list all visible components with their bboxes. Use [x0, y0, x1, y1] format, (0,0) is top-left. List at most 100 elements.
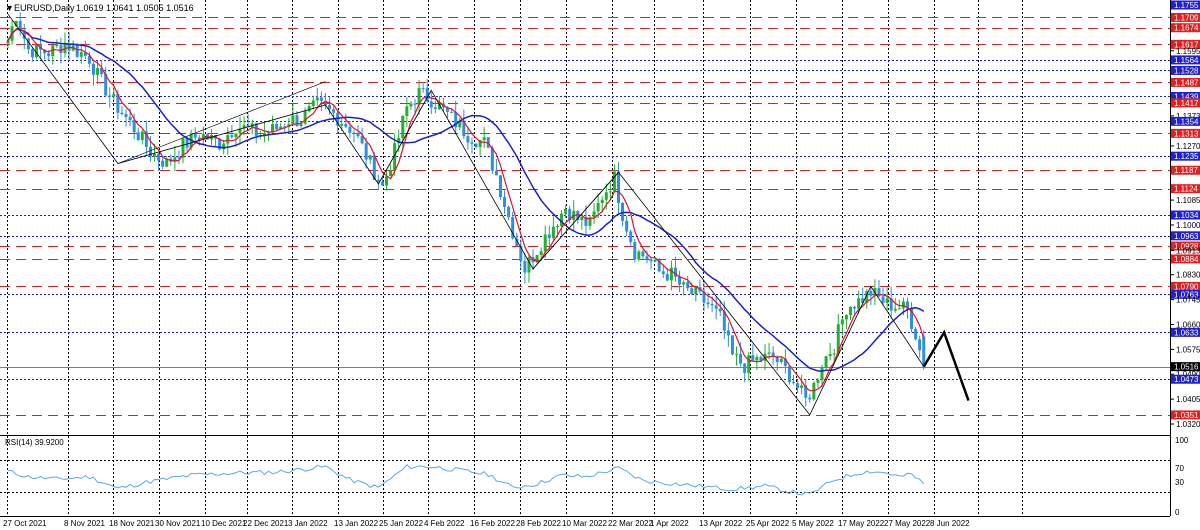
candle-body [755, 356, 759, 361]
candle-body [714, 305, 718, 309]
price-tick-1-1528: 1.1528 [1171, 65, 1200, 75]
candle-body [490, 147, 494, 171]
candle-body [132, 120, 136, 133]
time-tick-label: 10 Mar 2022 [562, 519, 607, 528]
candle-body [405, 106, 409, 116]
time-tick-label: 5 May 2022 [792, 519, 834, 528]
price-axis[interactable]: 1.17551.17091.16741.16171.15951.15641.15… [1170, 0, 1200, 430]
candle-body [897, 308, 901, 310]
price-tick-text: 1.1085 [1176, 196, 1200, 205]
candle-body [551, 226, 555, 239]
time-tick-label: 25 Apr 2022 [746, 519, 790, 528]
candle-body [55, 45, 59, 47]
candle-body [409, 103, 413, 107]
candle-body [226, 135, 230, 144]
candle-body [869, 291, 873, 296]
rsi-label: RSI(14) 39.9200 [5, 438, 64, 447]
price-label-text: 1.0473 [1174, 375, 1199, 384]
candle-body [881, 296, 885, 303]
price-label-text: 1.1417 [1174, 99, 1199, 108]
candle-body [669, 267, 673, 281]
candle-body [792, 382, 796, 384]
price-tick-1-1417: 1.1417 [1171, 98, 1200, 108]
candle [633, 239, 637, 263]
symbol-menu-arrow[interactable]: ▼ [5, 3, 14, 13]
candle-body [401, 115, 405, 138]
candle-body [128, 116, 132, 121]
candle-body [299, 123, 303, 127]
candle-body [555, 225, 559, 227]
candle-body [678, 276, 682, 285]
candle-body [153, 153, 157, 157]
candle-body [767, 352, 771, 354]
candle-body [608, 191, 612, 193]
price-label-text: 1.1235 [1174, 152, 1199, 161]
price-tick-1-1235: 1.1235 [1171, 151, 1200, 161]
price-tick-1-1755: 1.1755 [1171, 0, 1200, 10]
candle-body [230, 135, 234, 138]
candle-body [503, 196, 507, 207]
candle-body [348, 126, 352, 133]
candle-body [840, 319, 844, 325]
candle-body [193, 133, 197, 138]
price-tick-1-0963: 1.0963 [1171, 231, 1200, 241]
candle-body [75, 45, 79, 57]
candle-body [580, 216, 584, 220]
candle-body [848, 306, 852, 316]
candle [498, 175, 502, 200]
candle-body [380, 181, 384, 186]
candle-body [637, 251, 641, 260]
candle-body [661, 271, 665, 275]
price-tick-text: 1.0745 [1176, 296, 1200, 305]
chart-background [0, 0, 1200, 530]
price-tick-text: 1.0320 [1176, 420, 1200, 429]
candle-body [710, 304, 714, 306]
price-tick-1-1709: 1.1709 [1171, 12, 1200, 22]
time-tick-label: 18 Nov 2021 [109, 519, 155, 528]
candle-body [421, 88, 425, 90]
candle-body [523, 260, 527, 273]
candle-body [747, 355, 751, 373]
candle-body [368, 155, 372, 160]
candle-body [148, 146, 152, 157]
candle-body [649, 259, 653, 262]
candle-body [507, 206, 511, 218]
candle-body [914, 328, 918, 340]
candle-body [633, 242, 637, 260]
candle-body [800, 385, 804, 388]
price-tick-1-1187: 1.1187 [1171, 165, 1200, 175]
ohlc-readout: 1.0619 1.0641 1.0505 1.0516 [76, 3, 194, 13]
candle [730, 335, 734, 356]
price-tick-1-0473: 1.0473 [1171, 374, 1200, 384]
rsi-tick-0: 0 [1175, 508, 1180, 517]
candle-body [682, 282, 686, 285]
price-tick-1-0884: 1.0884 [1171, 254, 1200, 264]
candle-body [853, 306, 857, 309]
price-label-text: 1.0884 [1174, 255, 1199, 264]
time-tick-label: 22 Mar 2022 [608, 519, 653, 528]
price-label-text: 1.1674 [1174, 24, 1199, 33]
candle-body [79, 52, 83, 57]
forex-chart[interactable]: ▼ EURUSD,Daily 1.0619 1.0641 1.0505 1.05… [0, 0, 1200, 530]
price-label-text: 1.0633 [1174, 328, 1199, 337]
time-tick-label: 16 Feb 2022 [470, 519, 515, 528]
candle-body [706, 302, 710, 305]
candle-body [47, 53, 51, 57]
price-label-text: 1.0351 [1174, 411, 1199, 420]
candle-body [433, 107, 437, 110]
candle-body [893, 308, 897, 311]
candle-body [726, 330, 730, 336]
candle-body [779, 358, 783, 363]
price-label-text: 1.1709 [1174, 13, 1199, 22]
time-tick-label: 1 Apr 2022 [650, 519, 689, 528]
candle-body [751, 355, 755, 361]
time-axis[interactable]: 27 Oct 2021 8 Nov 2021 18 Nov 2021 30 Nov 2… [3, 519, 970, 528]
time-tick-label: 13 Jan 2022 [334, 519, 379, 528]
candle-body [124, 114, 128, 117]
candle-body [796, 383, 800, 388]
candle-body [161, 160, 165, 167]
candle [787, 365, 791, 385]
price-label-text: 1.1564 [1174, 56, 1199, 65]
price-label-text: 1.1034 [1174, 211, 1199, 220]
candle-body [816, 380, 820, 383]
